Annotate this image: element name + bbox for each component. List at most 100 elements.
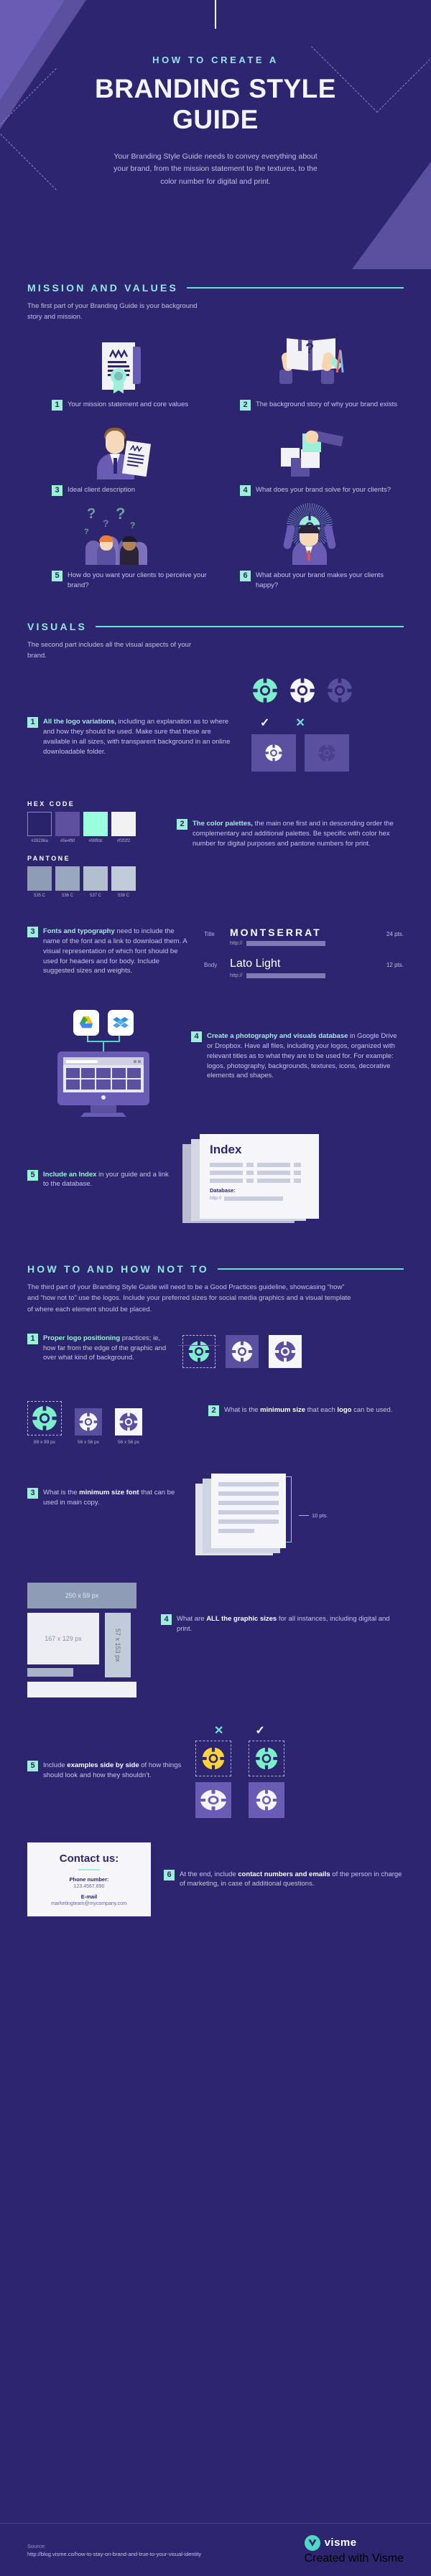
howto-item-4-pre: What are xyxy=(177,1614,207,1623)
side-by-side-examples: ✕ ✓ xyxy=(195,1723,404,1818)
source-url[interactable]: http://blog.visme.co/how-to-stay-on-bran… xyxy=(27,2551,201,2557)
howto-item-5-text: Include examples side by side of how thi… xyxy=(43,1761,184,1781)
pantone-swatch: 538 C xyxy=(111,866,136,898)
hero-kicker: HOW TO CREATE A xyxy=(152,55,279,65)
crowd-questions-icon: ? ? ? ? ? ? xyxy=(78,503,164,566)
item-number-badge: 2 xyxy=(208,1405,219,1416)
logo-proportional-example xyxy=(249,1781,284,1818)
graphic-size-footer-bar xyxy=(27,1681,136,1697)
page-title-line1: BRANDING STYLE xyxy=(95,74,336,103)
item-number-badge: 4 xyxy=(191,1031,202,1043)
mission-item-5: ? ? ? ? ? ? xyxy=(27,503,216,591)
hex-code-label: HEX CODE xyxy=(27,800,75,808)
monitor-icon xyxy=(57,1052,149,1118)
graphic-size-bar-small xyxy=(27,1667,73,1677)
pantone-swatch: 535 C xyxy=(27,866,52,898)
page-title-line2: GUIDE xyxy=(172,104,259,134)
logo-size-example-2: 56 x 56 px xyxy=(75,1401,102,1445)
section-rule xyxy=(96,625,404,627)
visuals-section: VISUALS The second part includes all the… xyxy=(0,621,431,1224)
hex-swatch-row: #28236a #5e4f9f #99ffdc #f2f2f2 xyxy=(27,812,164,843)
visuals-item-3-row: 3 Fonts and typography need to include t… xyxy=(27,927,404,990)
logo-white-icon xyxy=(289,677,316,705)
howto-item-5-bold: examples side by side xyxy=(67,1761,139,1770)
item-number-badge: 4 xyxy=(240,485,251,497)
businessman-icon xyxy=(93,418,152,480)
hex-swatch: #5e4f9f xyxy=(55,812,80,843)
visuals-item-4-bold: Create a photography and visuals databas… xyxy=(207,1032,348,1041)
hex-swatch-code: #28236a xyxy=(31,839,48,844)
visuals-section-description: The second part includes all the visual … xyxy=(27,640,192,660)
item-number-badge: 2 xyxy=(240,400,251,411)
visuals-item-1-row: 1 All the logo variations, including an … xyxy=(27,677,404,772)
visuals-item-4-row: 4 Create a photography and visuals datab… xyxy=(27,1010,404,1118)
index-card-url-prefix: http:// xyxy=(210,1196,222,1202)
howto-item-2-text: What is the minimum size that each logo … xyxy=(224,1405,392,1415)
logo-bad-swatch xyxy=(305,734,349,772)
source-block: Source: http://blog.visme.co/how-to-stay… xyxy=(27,2543,201,2557)
font-url-placeholder-bar xyxy=(246,973,325,979)
howto-item-1-bold: Proper logo positioning xyxy=(43,1334,121,1342)
infographic-page: HOW TO CREATE A BRANDING STYLE GUIDE You… xyxy=(0,0,431,2576)
logo-on-purple-example xyxy=(226,1334,259,1368)
page-title: BRANDING STYLE GUIDE xyxy=(0,74,431,135)
source-label: Source: xyxy=(27,2542,46,2549)
item-number-badge: 1 xyxy=(27,717,38,729)
logo-correct-color-example xyxy=(249,1740,284,1776)
visme-wordmark: visme xyxy=(324,2537,357,2549)
pantone-swatch-code: 537 C xyxy=(89,894,101,899)
google-drive-icon xyxy=(73,1010,99,1036)
logo-minimum-sizes: 89 x 89 px 56 x 56 px 56 x 56 px xyxy=(27,1400,197,1445)
font-url-placeholder-bar xyxy=(246,941,325,947)
graphic-size-vertical-label: 57 x 153 px xyxy=(114,1628,121,1662)
logo-size-label: 56 x 56 px xyxy=(78,1439,99,1445)
howto-item-2-row: 89 x 89 px 56 x 56 px 56 x 56 px 2 What … xyxy=(27,1400,404,1445)
mission-item-1-label: Your mission statement and core values xyxy=(68,401,189,409)
good-example-check-icon: ✓ xyxy=(260,717,270,730)
bad-example-cross-icon: ✕ xyxy=(295,717,305,730)
graphic-size-banner: 250 x 59 px xyxy=(27,1582,136,1608)
item-number-badge: 1 xyxy=(27,1333,38,1344)
visuals-item-1-text: All the logo variations, including an ex… xyxy=(43,717,236,757)
item-number-badge: 6 xyxy=(164,1869,175,1881)
item-number-badge: 1 xyxy=(52,400,62,411)
item-number-badge: 6 xyxy=(240,571,251,582)
howto-item-6-pre: At the end, include xyxy=(180,1870,238,1878)
color-palettes-panel: HEX CODE #28236a #5e4f9f #99ffdc #f2f2f2… xyxy=(27,800,164,898)
howto-section-description: The third part of your Branding Style Gu… xyxy=(27,1283,351,1313)
hero-section: HOW TO CREATE A BRANDING STYLE GUIDE You… xyxy=(0,0,431,269)
howto-item-3-bold: minimum size font xyxy=(79,1488,139,1497)
font-size-callout: 10 pts. xyxy=(312,1512,328,1519)
bad-example-cross-icon: ✕ xyxy=(214,1724,224,1737)
mission-item-4: 4 What does your brand solve for your cl… xyxy=(216,418,404,497)
graphic-sizes-illustration: 250 x 59 px 167 x 129 px 57 x 153 px xyxy=(27,1582,149,1697)
hex-swatch: #99ffdc xyxy=(83,812,108,843)
good-example-check-icon: ✓ xyxy=(255,1724,265,1737)
pantone-swatch-code: 538 C xyxy=(117,894,129,899)
contact-phone-value: 123.4567.890 xyxy=(73,1883,105,1889)
pantone-label: PANTONE xyxy=(27,855,70,863)
visuals-item-5-bold: Include an Index xyxy=(43,1170,97,1179)
howto-item-3-pre: What is the xyxy=(43,1488,80,1497)
logo-size-example-3: 56 x 56 px xyxy=(115,1401,142,1445)
footer: Source: http://blog.visme.co/how-to-stay… xyxy=(0,2523,431,2576)
graphic-size-square: 167 x 129 px xyxy=(27,1612,99,1664)
logo-stretched-example xyxy=(195,1781,231,1818)
howto-item-2-bold: minimum size xyxy=(260,1405,305,1414)
font-url-prefix: http:// xyxy=(230,941,243,947)
font-size-body: 12 pts. xyxy=(386,962,404,969)
mission-item-6-label: What about your brand makes your clients… xyxy=(256,571,384,590)
mission-item-6: 6 What about your brand makes your clien… xyxy=(216,503,404,591)
font-tag-body: Body xyxy=(204,962,218,969)
visme-logo-icon xyxy=(304,2534,320,2551)
howto-item-4-row: 250 x 59 px 167 x 129 px 57 x 153 px 4 W… xyxy=(27,1582,404,1697)
puzzle-icon xyxy=(277,418,344,479)
visme-branding[interactable]: visme Created with Visme xyxy=(304,2534,404,2565)
visuals-item-5-text: Include an Index in your guide and a lin… xyxy=(43,1170,171,1190)
visuals-item-3-text: Fonts and typography need to include the… xyxy=(43,927,193,976)
logo-on-white-example xyxy=(269,1334,302,1368)
logo-wrong-color-example xyxy=(195,1740,231,1776)
mission-item-3-label: Ideal client description xyxy=(68,486,135,495)
howto-item-2-bold2: logo xyxy=(337,1405,352,1414)
contact-card-divider xyxy=(78,1868,100,1870)
